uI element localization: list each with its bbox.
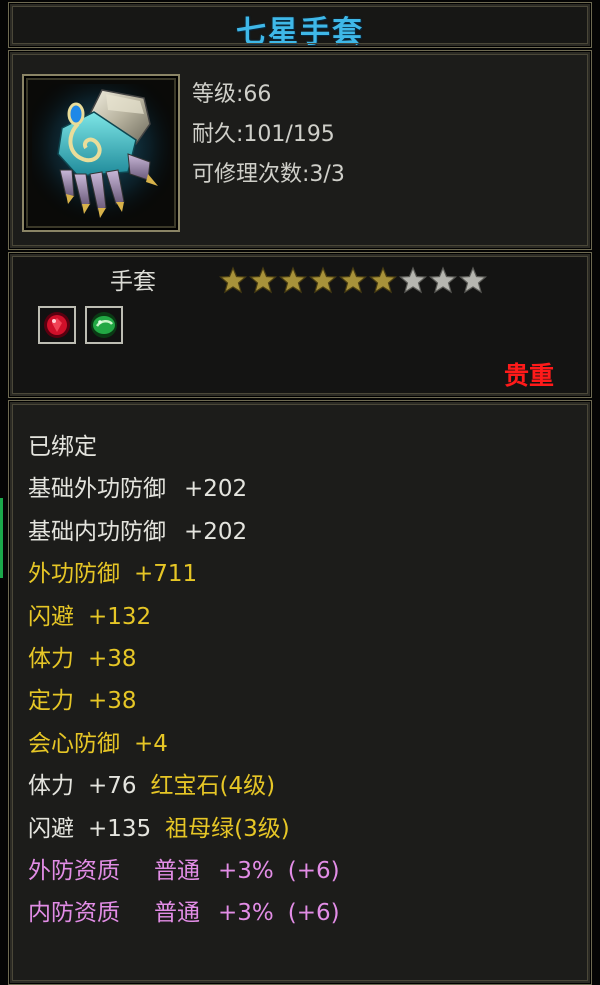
side-strip — [0, 498, 3, 578]
filled-star-icon — [218, 266, 248, 294]
bound-status: 已绑定 — [28, 434, 97, 460]
gauntlet-icon — [32, 84, 170, 222]
quality-row: 外防资质 普通 +3% (+6) — [28, 857, 340, 884]
item-title: 七星手套 — [236, 15, 364, 50]
title-bar: 七星手套 — [8, 2, 592, 50]
empty-star-icon — [458, 266, 488, 294]
star-rating — [218, 266, 488, 294]
item-level: 等级:66 — [192, 82, 272, 107]
attribute-row: 体力 +38 — [28, 645, 137, 672]
attribute-list: 已绑定 基础外功防御 +202 基础内功防御 +202 外功防御 +711 闪避 +13… — [28, 426, 340, 935]
item-type-label: 手套 — [110, 269, 156, 295]
filled-star-icon — [278, 266, 308, 294]
emerald-gem-icon — [91, 312, 117, 338]
attribute-row: 闪避 +132 — [28, 603, 152, 630]
attribute-row: 会心防御 +4 — [28, 730, 168, 757]
filled-star-icon — [368, 266, 398, 294]
filled-star-icon — [248, 266, 278, 294]
quality-row: 内防资质 普通 +3% (+6) — [28, 900, 340, 927]
ruby-gem-icon — [44, 312, 70, 338]
gem-bonus-row: 体力 +76 红宝石(4级) — [28, 773, 276, 800]
filled-star-icon — [308, 266, 338, 294]
ruby-gem-slot[interactable] — [38, 306, 76, 344]
rarity-label: 贵重 — [503, 361, 554, 390]
attribute-row: 外功防御 +711 — [28, 561, 198, 588]
emerald-gem-slot[interactable] — [85, 306, 123, 344]
empty-star-icon — [398, 266, 428, 294]
empty-star-icon — [428, 266, 458, 294]
item-icon-slot[interactable] — [22, 74, 180, 232]
attribute-row: 定力 +38 — [28, 688, 137, 715]
gem-bonus-row: 闪避 +135 祖母绿(3级) — [28, 815, 290, 842]
filled-star-icon — [338, 266, 368, 294]
attribute-row: 基础内功防御 +202 — [28, 518, 248, 545]
item-repair-count: 可修理次数:3/3 — [192, 162, 345, 187]
item-durability: 耐久:101/195 — [192, 122, 335, 147]
attribute-row: 基础外功防御 +202 — [28, 476, 248, 503]
